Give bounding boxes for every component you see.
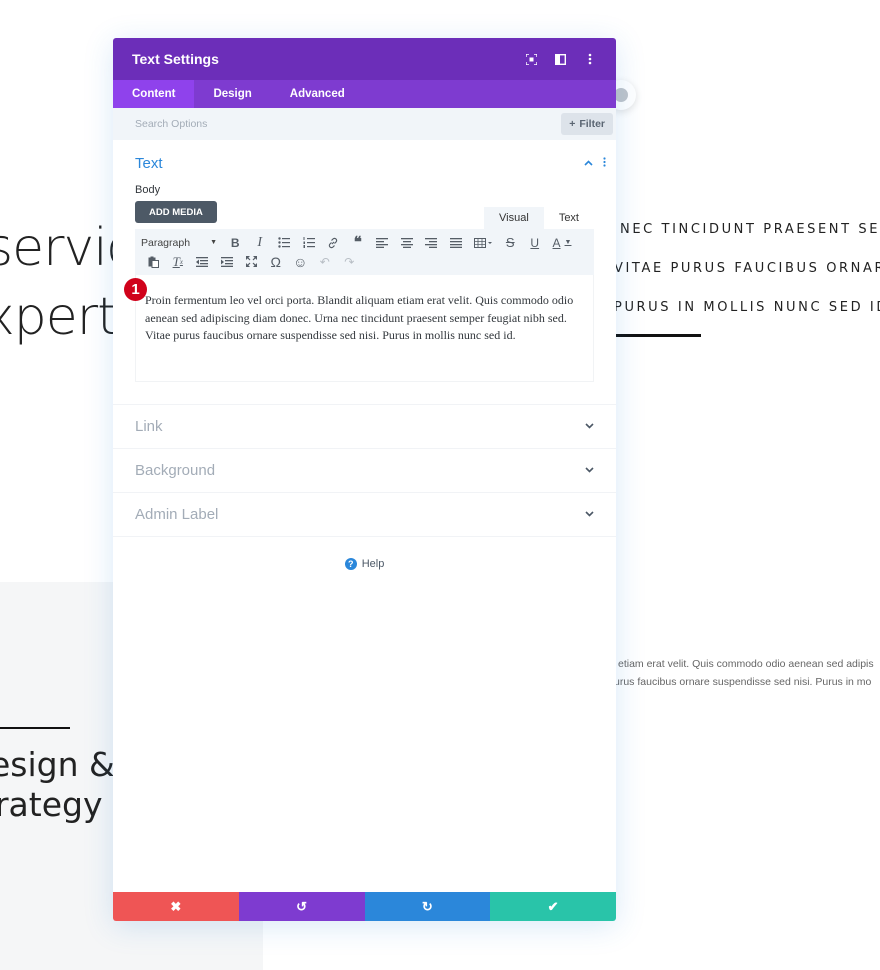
emoji-icon[interactable]: ☺	[288, 252, 313, 271]
background-divider	[616, 334, 701, 337]
background-section[interactable]: Background	[113, 449, 616, 493]
chevron-down-icon	[585, 465, 594, 476]
add-media-button[interactable]: ADD MEDIA	[135, 201, 217, 223]
background-caps-text: NEC TINCIDUNT PRAESENT SEMPE	[620, 222, 880, 237]
modal-tabs: Content Design Advanced	[113, 80, 616, 108]
close-icon: ✖	[170, 898, 182, 914]
page-canvas: servic xpert esign & rrategy NEC TINCIDU…	[0, 0, 880, 970]
text-mode-tab[interactable]: Text	[543, 207, 594, 229]
background-heading-line: xpert	[0, 287, 118, 347]
redo-icon: ↻	[421, 898, 433, 914]
admin-label-section[interactable]: Admin Label	[113, 493, 616, 537]
align-left-icon[interactable]	[370, 233, 395, 252]
text-section-title[interactable]: Text	[135, 155, 163, 172]
text-color-icon[interactable]: A ▼	[547, 233, 577, 252]
bold-icon[interactable]: B	[223, 233, 248, 252]
undo-icon[interactable]: ↶	[313, 252, 338, 271]
redo-icon[interactable]: ↷	[337, 252, 362, 271]
paste-text-icon[interactable]	[141, 252, 166, 271]
text-settings-modal: Text Settings Content Design Advanced Se…	[113, 38, 616, 921]
fullscreen-icon[interactable]	[239, 252, 264, 271]
search-options-input[interactable]	[135, 118, 335, 130]
caret-down-icon: ▼	[210, 239, 217, 246]
plus-icon: +	[569, 118, 576, 130]
align-center-icon[interactable]	[395, 233, 420, 252]
cancel-button[interactable]: ✖	[113, 892, 239, 921]
clear-formatting-icon[interactable]: Tx	[166, 252, 191, 271]
blockquote-icon[interactable]: ❝	[346, 233, 371, 252]
redo-button[interactable]: ↻	[364, 892, 491, 921]
link-section[interactable]: Link	[113, 405, 616, 449]
visual-mode-tab[interactable]: Visual	[484, 207, 544, 229]
format-select-value: Paragraph	[141, 236, 191, 249]
background-caps-text: VITAE PURUS FAUCIBUS ORNARE S	[614, 261, 880, 276]
format-select[interactable]: Paragraph ▼	[141, 237, 223, 249]
background-divider	[0, 727, 70, 729]
indent-icon[interactable]	[215, 252, 240, 271]
background-subheading-line: rrategy	[0, 785, 103, 824]
more-vertical-icon[interactable]	[582, 52, 597, 67]
table-icon[interactable]	[468, 233, 498, 252]
background-subheading-line: esign &	[0, 745, 115, 784]
link-section-title: Link	[135, 418, 163, 435]
editor-toolbar: Paragraph ▼ B I ❝ S U A ▼ T x Ω ☺ ↶ ↷	[135, 229, 594, 275]
outdent-icon[interactable]	[190, 252, 215, 271]
undo-icon: ↺	[296, 898, 308, 914]
check-icon: ✔	[547, 898, 559, 914]
help-link[interactable]: ? Help	[113, 558, 616, 570]
filter-label: Filter	[579, 118, 605, 130]
tab-content[interactable]: Content	[113, 80, 195, 108]
align-right-icon[interactable]	[419, 233, 444, 252]
bullet-list-icon[interactable]	[272, 233, 297, 252]
background-paragraph-line: etiam erat velit. Quis commodo odio aene…	[618, 658, 874, 670]
chevron-down-icon	[585, 509, 594, 520]
search-bar: + Filter	[113, 108, 616, 140]
body-label: Body	[135, 184, 161, 196]
modal-title: Text Settings	[132, 51, 219, 67]
help-icon: ?	[344, 558, 357, 570]
chevron-down-icon	[585, 421, 594, 432]
numbered-list-icon[interactable]	[297, 233, 322, 252]
text-section: Text Body ADD MEDIA Visual Text Paragrap…	[113, 140, 616, 382]
help-label: Help	[361, 558, 385, 570]
save-button[interactable]: ✔	[490, 892, 616, 921]
editor-content-area[interactable]: 1 Proin fermentum leo vel orci porta. Bl…	[124, 275, 594, 382]
split-view-icon[interactable]	[553, 52, 568, 67]
admin-label-section-title: Admin Label	[135, 506, 219, 523]
modal-footer: ✖ ↺ ↻ ✔	[113, 892, 616, 921]
tab-advanced[interactable]: Advanced	[271, 80, 364, 108]
globe-icon	[614, 88, 628, 102]
focus-icon[interactable]	[524, 52, 539, 67]
underline-icon[interactable]: U	[523, 233, 548, 252]
tab-design[interactable]: Design	[194, 80, 270, 108]
step-badge: 1	[124, 278, 147, 301]
filter-button[interactable]: + Filter	[561, 113, 613, 135]
special-character-icon[interactable]: Ω	[264, 252, 289, 271]
undo-button[interactable]: ↺	[238, 892, 365, 921]
italic-icon[interactable]: I	[248, 233, 273, 252]
strikethrough-icon[interactable]: S	[498, 233, 523, 252]
align-justify-icon[interactable]	[444, 233, 469, 252]
background-section-title: Background	[135, 462, 216, 479]
background-caps-text: PURUS IN MOLLIS NUNC SED ID.	[614, 300, 880, 315]
body-text: Proin fermentum leo vel orci porta. Blan…	[145, 293, 574, 342]
modal-header: Text Settings	[113, 38, 616, 80]
background-paragraph-line: urus faucibus ornare suspendisse sed nis…	[614, 676, 872, 688]
chevron-up-icon[interactable]	[584, 157, 593, 169]
more-vertical-icon[interactable]	[603, 156, 606, 170]
link-icon[interactable]	[321, 233, 346, 252]
